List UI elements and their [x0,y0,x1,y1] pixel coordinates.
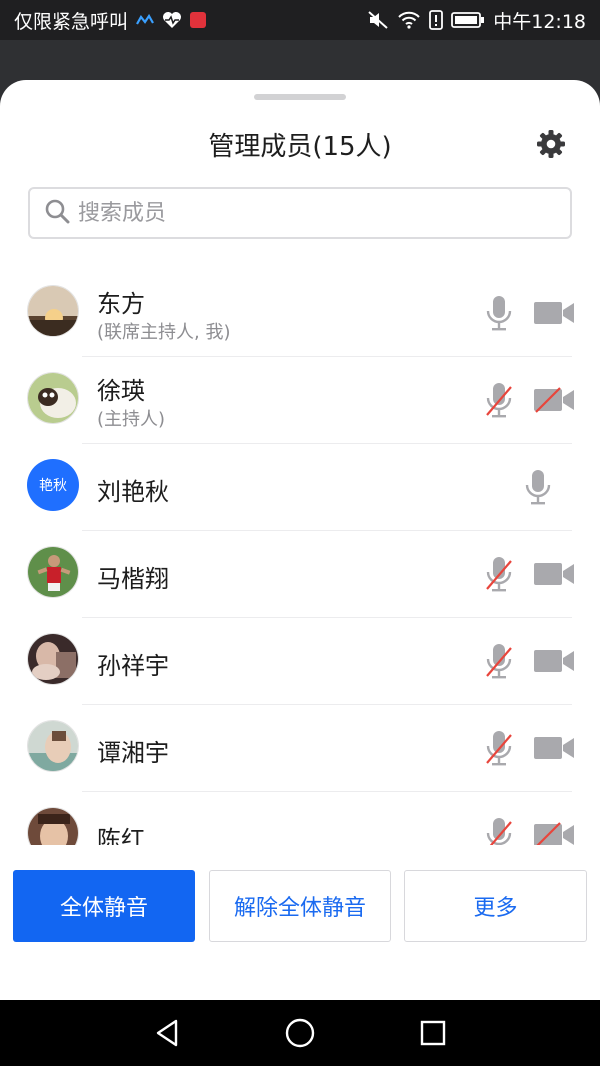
app-notification-icon [136,14,154,26]
video-camera-off-icon[interactable] [534,822,574,845]
microphone-muted-icon[interactable] [484,555,514,593]
book-app-icon [190,12,207,28]
avatar [27,633,79,685]
member-name: 刘艳秋 [97,478,169,506]
microphone-muted-icon[interactable] [484,381,514,419]
panel-title: 管理成员(15人) [208,132,392,162]
avatar: 艳秋 [27,459,79,511]
video-camera-off-icon[interactable] [534,387,574,413]
avatar [27,807,79,845]
sim-alert-icon [429,10,444,30]
more-button[interactable]: 更多 [404,870,587,942]
video-camera-icon[interactable] [534,648,574,674]
member-role: (主持人) [97,409,166,430]
status-time: 中午12:18 [493,10,586,33]
video-camera-icon[interactable] [534,561,574,587]
carrier-text: 仅限紧急呼叫 [14,10,129,33]
microphone-muted-icon[interactable] [484,642,514,680]
battery-icon [451,11,485,29]
member-row[interactable]: 徐瑛 (主持人) [0,357,600,444]
member-row[interactable]: 谭湘宇 [0,705,600,792]
avatar [27,285,79,337]
member-row[interactable]: 艳秋 刘艳秋 [0,444,600,531]
member-name: 马楷翔 [97,565,169,593]
member-name: 陈红 [97,826,145,845]
health-icon [162,11,182,29]
member-name: 孙祥宇 [97,652,169,680]
wifi-icon [397,11,421,29]
unmute-all-button[interactable]: 解除全体静音 [209,870,391,942]
microphone-muted-icon[interactable] [484,729,514,767]
sheet-drag-handle[interactable] [254,94,346,100]
member-row[interactable]: 马楷翔 [0,531,600,618]
avatar [27,372,79,424]
microphone-muted-icon[interactable] [484,816,514,845]
member-search-box[interactable] [28,187,572,239]
search-icon [44,198,70,228]
search-input[interactable] [76,199,500,227]
status-bar: 仅限紧急呼叫 中午12:18 [0,0,600,40]
member-name: 谭湘宇 [97,739,169,767]
mute-all-button[interactable]: 全体静音 [13,870,195,942]
avatar [27,720,79,772]
member-name: 徐瑛 [97,377,145,405]
microphone-icon[interactable] [523,468,553,506]
member-role: (联席主持人, 我) [97,322,231,343]
avatar [27,546,79,598]
member-list[interactable]: 东方 (联席主持人, 我) 徐瑛 (主持人) 艳秋 刘艳秋 马楷翔 孙祥宇 谭湘… [0,270,600,845]
member-management-sheet: 管理成员(15人) 搜索成员 东方 (联席主持人, 我) 徐瑛 (主持人) 艳秋… [0,80,600,1000]
mute-icon [367,10,389,30]
home-icon[interactable] [284,1017,316,1049]
recents-icon[interactable] [417,1017,449,1049]
member-row[interactable]: 孙祥宇 [0,618,600,705]
microphone-icon[interactable] [484,294,514,332]
video-camera-icon[interactable] [534,300,574,326]
back-icon[interactable] [151,1017,183,1049]
action-bar: 全体静音 解除全体静音 更多 [0,870,600,944]
member-row[interactable]: 东方 (联席主持人, 我) [0,270,600,357]
video-camera-icon[interactable] [534,735,574,761]
system-navigation-bar [0,1000,600,1066]
member-name: 东方 [97,290,145,318]
settings-gear-icon[interactable] [536,129,566,159]
member-row[interactable]: 陈红 [0,792,600,845]
